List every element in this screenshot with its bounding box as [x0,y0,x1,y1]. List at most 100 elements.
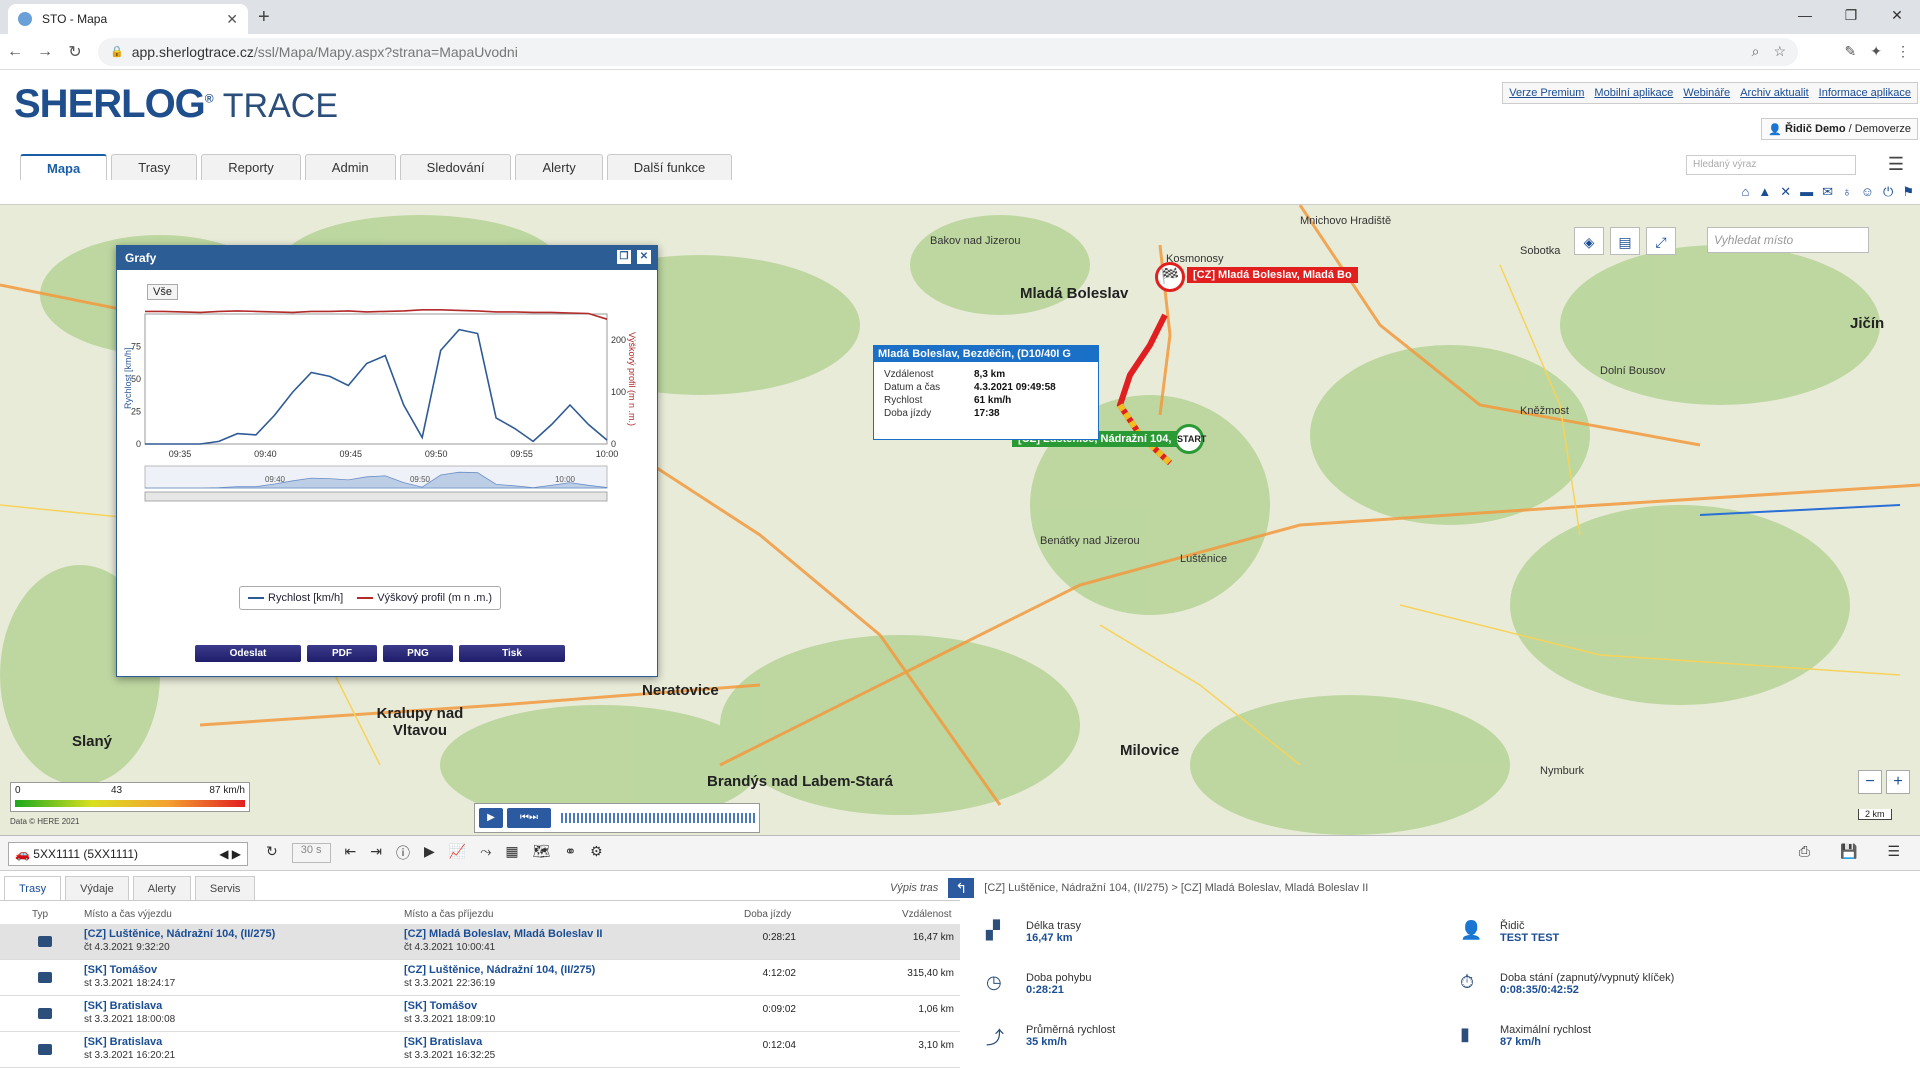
tab-alerty-bottom[interactable]: Alerty [132,876,191,900]
column-header: Doba jízdy [744,909,792,920]
mail-icon[interactable]: ✉ [1822,184,1833,200]
range-all-button[interactable]: Vše [147,284,178,300]
power-icon[interactable]: ⏻ [1883,184,1893,200]
folder-icon[interactable]: ▬ [1800,184,1813,200]
vehicle-select[interactable]: 🚗 5XX1111 (5XX1111) ◀ ▶ [8,842,248,866]
popup-value: 4.3.2021 09:49:58 [974,382,1056,393]
arrival-place: [SK] Bratislava [404,1036,483,1048]
back-button[interactable]: ↰ [948,878,975,898]
forward-icon[interactable]: → [30,43,60,61]
pdf-button[interactable]: PDF [307,645,377,662]
tab-sledovani[interactable]: Sledování [399,154,512,180]
layers-icon[interactable]: ◈ [1574,227,1604,255]
play-route-icon[interactable]: ▶ [424,843,435,863]
tab-trasy-bottom[interactable]: Trasy [4,876,62,900]
send-button[interactable]: Odeslat [195,645,301,662]
address-bar: ← → ↻ 🔒 app.sherlogtrace.cz/ssl/Mapa/Map… [0,34,1920,70]
prev-next-icon[interactable]: ◀ ▶ [219,847,241,861]
close-icon[interactable]: ✕ [637,250,651,264]
link-mobile[interactable]: Mobilní aplikace [1594,87,1673,99]
tab-dalsi-funkce[interactable]: Další funkce [606,154,733,180]
legend-item-speed[interactable]: Rychlost [km/h] [248,592,343,604]
map-type-icon[interactable]: ▤ [1610,227,1640,255]
tab-vydaje[interactable]: Výdaje [65,876,129,900]
column-header: Typ [32,909,49,920]
first-icon[interactable]: ⇤ [345,843,357,863]
info-icon[interactable]: ⓘ [396,843,410,863]
window-restore-icon[interactable]: ❐ [617,250,631,264]
start-marker[interactable]: START [1174,424,1206,454]
play-icon[interactable]: ▶ [479,808,503,828]
table-row[interactable]: [SK] Tomášov st 3.3.2021 18:24:17 [CZ] Luš… [0,960,960,996]
zoom-icon[interactable]: ⌕ [1752,43,1760,60]
users-icon[interactable]: ☺ [1861,184,1874,200]
interval-input[interactable]: 30 s [291,843,331,863]
puzzle-icon[interactable]: ✦ [1870,43,1882,60]
print-icon[interactable]: ⎙ [1799,843,1810,860]
legend-item-elevation[interactable]: Výškový profil (m n .m.) [357,592,492,604]
route-icon[interactable]: ⤳ [480,843,491,863]
url-input[interactable]: 🔒 app.sherlogtrace.cz/ssl/Mapa/Mapy.aspx… [98,37,1798,66]
reload-icon[interactable]: ↻ [60,42,90,62]
map-icon[interactable]: 🗺 [533,843,551,863]
hamburger-icon[interactable]: ☰ [1882,154,1910,176]
logo[interactable]: SHERLOG® TRACE [14,82,338,127]
fullscreen-icon[interactable]: ⤢ [1646,227,1676,255]
close-window-button[interactable]: ✕ [1874,0,1920,30]
town-label: Slaný [72,733,113,750]
zoom-out-button[interactable]: − [1858,770,1882,794]
back-icon[interactable]: ← [0,43,30,61]
png-button[interactable]: PNG [383,645,453,662]
flag-icon[interactable]: ⚑ [1902,184,1914,200]
mute-icon[interactable]: ✕ [1780,184,1791,200]
bulb-icon[interactable]: ♁ [1842,184,1852,200]
tab-trasy[interactable]: Trasy [111,154,198,180]
save-icon[interactable]: 💾 [1840,843,1857,860]
link-webinars[interactable]: Webináře [1683,87,1730,99]
table-row[interactable]: [SK] Bratislava st 3.3.2021 16:20:21 [SK] … [0,1032,960,1068]
menu-icon[interactable]: ⋮ [1896,43,1910,60]
x-tick: 09:55 [510,449,533,459]
print-button[interactable]: Tisk [459,645,565,662]
y-tick-right: 100 [611,387,626,397]
new-tab-button[interactable]: + [258,6,270,29]
skip-icon[interactable]: ⏮⏭ [507,808,551,828]
tab-mapa[interactable]: Mapa [20,154,108,180]
home-icon[interactable]: ⌂ [1741,184,1749,200]
browser-tab[interactable]: STO - Mapa ✕ [8,4,248,34]
map-search-input[interactable]: Vyhledat místo [1707,227,1869,253]
settings-icon[interactable]: ⚙ [590,843,603,863]
user-box[interactable]: 👤 Řidič Demo / Demoverze [1761,118,1918,140]
share-icon[interactable]: ⚭ [564,843,576,863]
end-label[interactable]: [CZ] Mladá Boleslav, Mladá Bo [1187,267,1358,283]
refresh-icon[interactable]: ↻ [266,843,278,863]
extension-icon[interactable]: ✎ [1845,43,1857,60]
maximize-button[interactable]: ❐ [1828,0,1874,30]
finish-flag-icon[interactable]: 🏁 [1155,262,1185,292]
legend-mid: 43 [111,785,123,796]
table-row[interactable]: [CZ] Luštěnice, Nádražní 104, (II/275) čt… [0,924,960,960]
link-premium[interactable]: Verze Premium [1509,87,1584,99]
position-popup: Mladá Boleslav, Bezděčín, (D10/40I G Vzd… [873,345,1099,440]
tab-alerty[interactable]: Alerty [515,154,603,180]
tab-servis[interactable]: Servis [194,876,256,900]
last-icon[interactable]: ⇥ [370,843,382,863]
table-icon[interactable]: ▦ [505,843,518,863]
tab-admin[interactable]: Admin [304,154,396,180]
bottom-tabs: Trasy Výdaje Alerty Servis [0,871,960,901]
table-row[interactable]: [SK] Bratislava st 3.3.2021 18:00:08 [SK] … [0,996,960,1032]
star-icon[interactable]: ☆ [1773,43,1786,60]
tab-reporty[interactable]: Reporty [201,154,301,180]
warning-icon[interactable]: ▲ [1758,184,1771,200]
link-info[interactable]: Informace aplikace [1819,87,1911,99]
playback-timeline[interactable] [561,813,755,823]
zoom-in-button[interactable]: + [1886,770,1910,794]
link-archive[interactable]: Archiv aktualit [1740,87,1808,99]
lock-icon: 🔒 [110,46,124,58]
charts-window-header[interactable]: Grafy ❐ ✕ [117,246,657,270]
collapse-icon[interactable]: ☰ [1887,843,1900,860]
minimize-button[interactable]: — [1782,0,1828,30]
chart-icon[interactable]: 📈 [449,843,466,863]
header-search-input[interactable]: Hledaný výraz [1686,155,1856,175]
close-tab-icon[interactable]: ✕ [226,11,238,28]
